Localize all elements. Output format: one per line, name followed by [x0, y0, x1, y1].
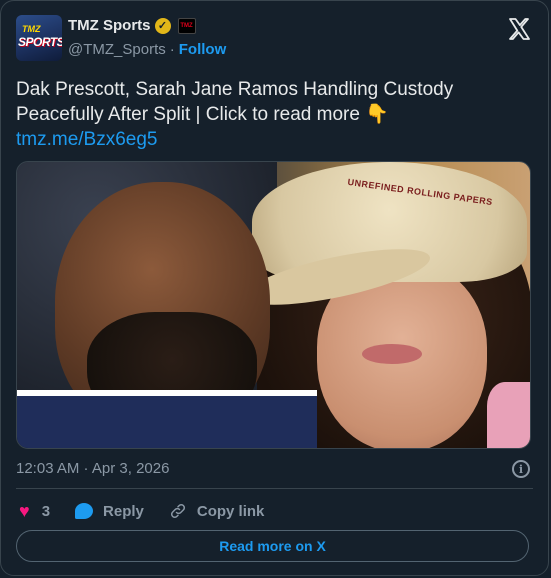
avatar[interactable]: TMZ SPORTS: [16, 15, 62, 61]
info-icon[interactable]: i: [512, 460, 530, 478]
timestamp-row: 12:03 AM · Apr 3, 2026 i: [16, 460, 533, 480]
tweet-text: Dak Prescott, Sarah Jane Ramos Handling …: [16, 77, 533, 152]
reply-button[interactable]: Reply: [75, 503, 144, 520]
divider: [16, 488, 533, 489]
handle-row: @TMZ_Sports · Follow: [68, 41, 226, 58]
tweet-card: TMZ SPORTS TMZ Sports ✓ TMZ @TMZ_Sports …: [0, 0, 549, 576]
reply-bubble-icon: [75, 503, 94, 519]
affiliate-badge-icon[interactable]: TMZ: [177, 17, 196, 34]
tweet-header: TMZ SPORTS TMZ Sports ✓ TMZ @TMZ_Sports …: [16, 15, 533, 61]
like-count: 3: [41, 502, 51, 520]
read-more-button[interactable]: Read more on X: [16, 530, 529, 562]
display-name[interactable]: TMZ Sports: [68, 17, 151, 34]
name-row: TMZ Sports ✓ TMZ: [68, 17, 196, 34]
image-man-jersey: [17, 390, 317, 448]
tweet-body: Dak Prescott, Sarah Jane Ramos Handling …: [16, 79, 454, 125]
image-woman-lips: [362, 344, 422, 364]
x-logo-icon[interactable]: [507, 17, 531, 41]
link-icon: [170, 503, 185, 519]
follow-button[interactable]: Follow: [179, 41, 227, 58]
avatar-sports-text: SPORTS: [18, 35, 62, 49]
avatar-tmz-text: TMZ: [22, 24, 41, 34]
tweet-link[interactable]: tmz.me/Bzx6eg5: [16, 127, 533, 152]
handle[interactable]: @TMZ_Sports: [68, 41, 166, 58]
action-bar: ♥ 3 Reply Copy link: [19, 500, 533, 522]
tweet-image[interactable]: UNREFINED ROLLING PAPERS: [16, 161, 531, 449]
image-woman-shoulder: [487, 382, 530, 448]
copy-link-button[interactable]: Copy link: [169, 502, 265, 520]
like-button[interactable]: ♥ 3: [19, 502, 50, 520]
reply-label: Reply: [103, 502, 144, 520]
separator-dot: ·: [169, 41, 175, 58]
verified-badge-icon: ✓: [154, 17, 171, 34]
timestamp[interactable]: 12:03 AM · Apr 3, 2026: [16, 460, 169, 477]
copy-link-label: Copy link: [196, 502, 265, 520]
heart-icon: ♥: [19, 501, 30, 521]
